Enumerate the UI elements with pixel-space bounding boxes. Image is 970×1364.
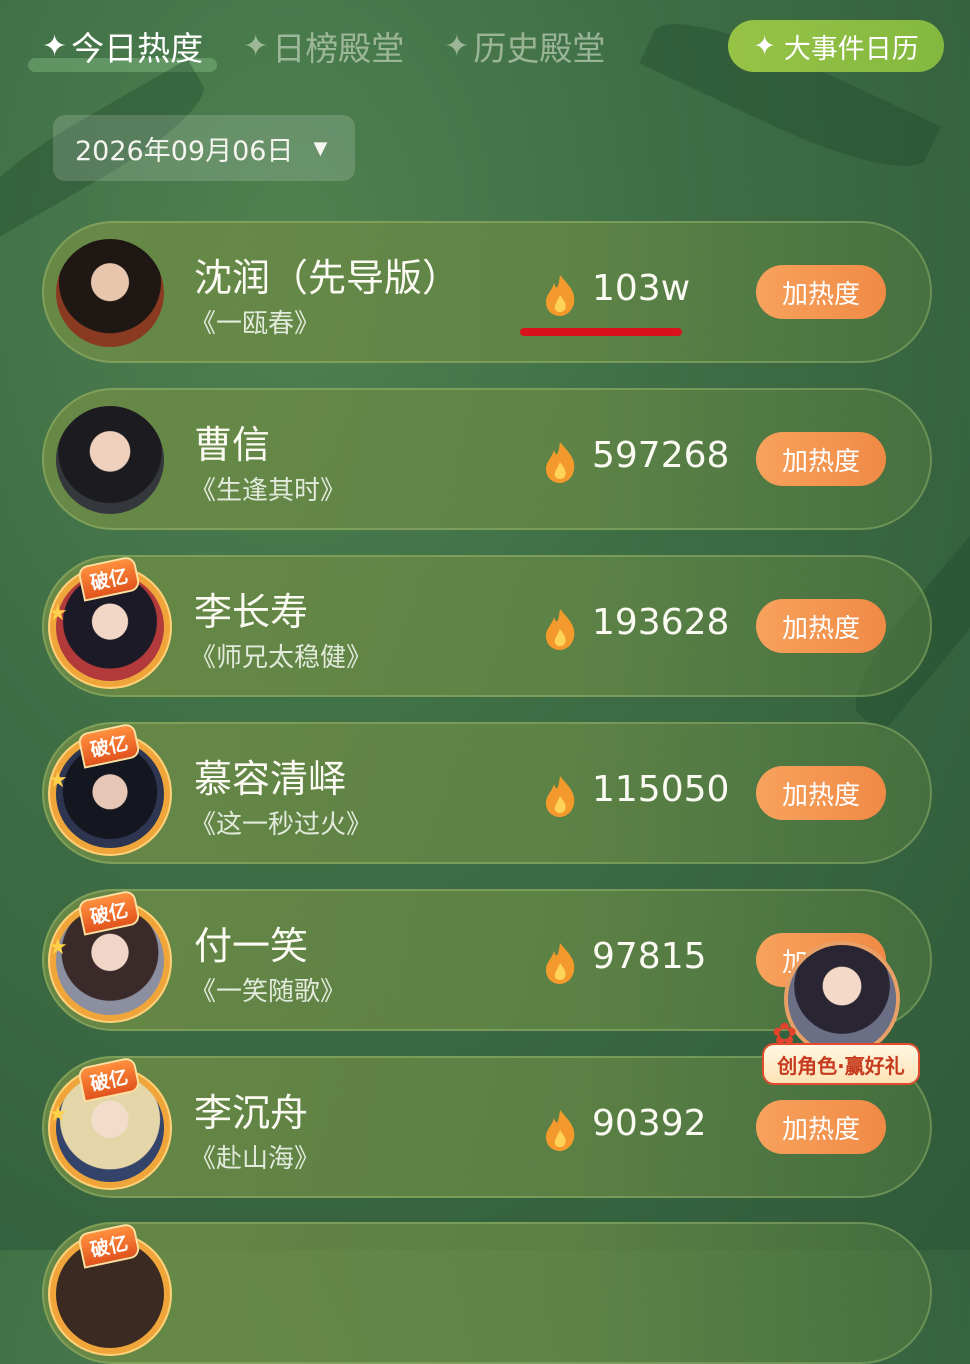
add-heat-button[interactable]: 加热度 [756,432,886,486]
add-heat-button[interactable]: 加热度 [756,766,886,820]
sparkle-icon: ✦ [42,28,68,64]
avatar-frame: 破亿 [56,1224,164,1348]
ranking-row[interactable]: 破亿 ★ 李长寿 《师兄太稳健》 193628 加热度 [42,555,932,697]
avatar-frame: 破亿 ★ [48,1058,164,1182]
work-title: 《师兄太稳健》 [190,643,373,673]
character-name: 曹信 [194,423,271,467]
character-name: 慕容清峄 [194,757,347,801]
work-title: 《一瓯春》 [190,309,321,339]
promo-avatar [788,945,896,1053]
work-title: 《生逢其时》 [190,476,347,506]
avatar [56,406,164,514]
avatar-frame: 破亿 ★ [48,557,164,681]
flame-icon [546,776,575,817]
sparkle-icon: ✦ [753,30,776,62]
event-calendar-button[interactable]: ✦ 大事件日历 [728,20,944,72]
flame-icon [546,275,575,316]
heat-value: 115050 [592,769,730,810]
heat-value: 90392 [592,1103,707,1144]
work-title: 《这一秒过火》 [190,810,373,840]
ranking-row[interactable]: 沈润（先导版） 《一瓯春》 103w 加热度 [42,221,932,363]
flame-icon [546,442,575,483]
flame-icon [546,943,575,984]
star-icon: ★ [48,768,68,793]
heat-value: 193628 [592,602,730,643]
avatar-frame: 破亿 ★ [48,724,164,848]
star-icon: ★ [48,935,68,960]
avatar-frame [56,239,164,347]
flame-icon [546,1110,575,1151]
avatar-frame [56,406,164,514]
add-heat-button[interactable]: 加热度 [756,599,886,653]
add-heat-button[interactable]: 加热度 [756,265,886,319]
heat-value: 597268 [592,435,730,476]
avatar-frame: 破亿 ★ [48,891,164,1015]
tab-today-heat[interactable]: ✦ 今日热度 [27,22,218,72]
heat-value: 97815 [592,936,707,977]
star-icon: ★ [48,1102,68,1127]
tab-bar: ✦ 今日热度 ✦ 日榜殿堂 ✦ 历史殿堂 [27,22,605,72]
work-title: 《一笑随歌》 [190,977,347,1007]
create-character-promo[interactable]: ✿ 创角色·赢好礼 [764,945,918,1085]
heat-value: 103w [592,268,691,309]
tab-label: 今日热度 [71,29,204,68]
caret-down-icon: ▼ [313,137,328,159]
work-title: 《赴山海》 [190,1144,321,1174]
ranking-row[interactable]: 破亿 ★ 慕容清峄 《这一秒过火》 115050 加热度 [42,722,932,864]
tab-label: 历史殿堂 [473,29,606,68]
star-icon: ★ [48,601,68,626]
avatar [56,239,164,347]
event-calendar-label: 大事件日历 [783,33,919,65]
character-name: 李沉舟 [194,1091,309,1135]
date-select[interactable]: 2026年09月06日 ▼ [53,115,355,181]
ranking-row[interactable]: 破亿 [42,1222,932,1364]
character-name: 沈润（先导版） [194,256,461,300]
annotation-underline [520,328,682,336]
add-heat-button[interactable]: 加热度 [756,1100,886,1154]
flame-icon [546,609,575,650]
tab-daily-hall[interactable]: ✦ 日榜殿堂 [243,22,404,70]
sparkle-icon: ✦ [243,28,269,64]
date-value: 2026年09月06日 [75,135,294,167]
ranking-row[interactable]: 曹信 《生逢其时》 597268 加热度 [42,388,932,530]
character-name: 李长寿 [194,590,309,634]
sparkle-icon: ✦ [444,28,470,64]
tab-history-hall[interactable]: ✦ 历史殿堂 [444,22,605,70]
character-name: 付一笑 [194,924,309,968]
tab-label: 日榜殿堂 [272,29,405,68]
promo-label: 创角色·赢好礼 [764,1045,918,1083]
